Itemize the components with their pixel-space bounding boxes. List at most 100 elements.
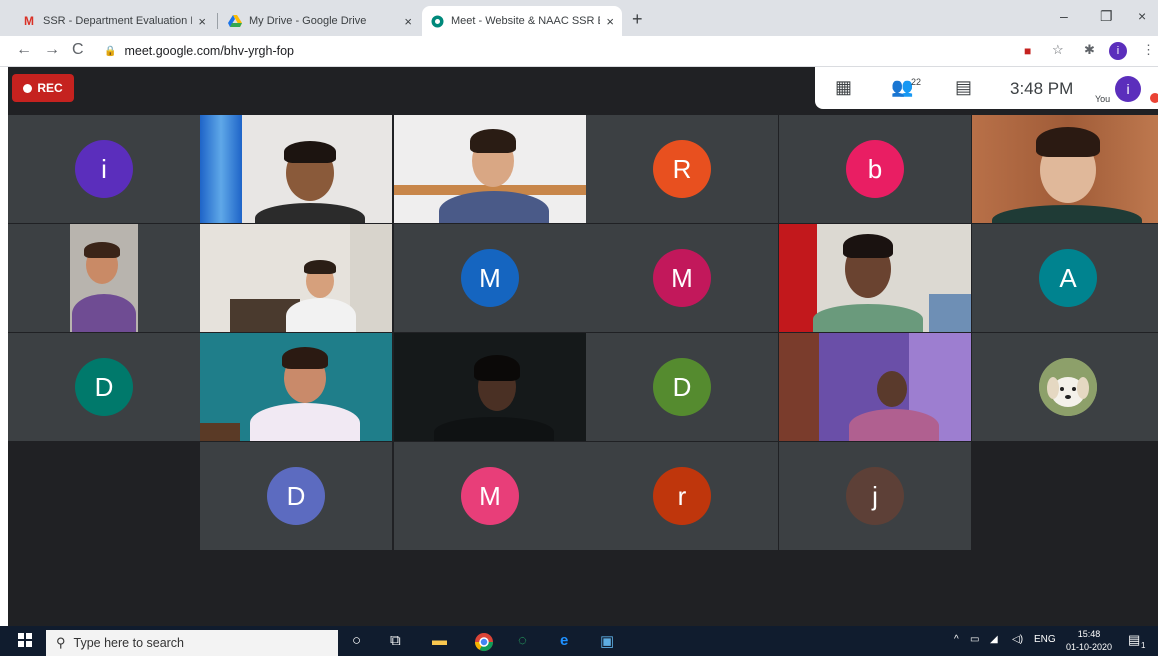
restore-button[interactable]: ❐ [1100,8,1113,25]
drive-icon [228,14,242,28]
participant-avatar: A [1039,249,1097,307]
windows-start-icon[interactable] [18,633,32,651]
participant-avatar: r [653,467,711,525]
participant-video-tile[interactable] [200,224,392,332]
extensions-puzzle-icon[interactable]: ✱ [1084,42,1095,58]
participant-video [779,224,971,332]
participant-video [8,224,200,332]
bookmark-star-icon[interactable]: ☆ [1052,42,1064,58]
chat-icon[interactable]: ▤ [955,77,972,98]
tab-gmail[interactable]: M SSR - Department Evaluation Rep × [14,6,214,36]
notification-count: 1 [1141,641,1146,650]
participant-video-tile[interactable] [972,115,1158,223]
participant-video [200,115,392,223]
participant-avatar: M [461,249,519,307]
recording-badge: REC [12,74,74,102]
close-icon[interactable]: × [198,14,206,29]
wifi-icon[interactable]: ◢ [990,634,998,645]
self-avatar[interactable]: i [1115,76,1141,102]
tab-meet[interactable]: Meet - Website & NAAC SSR Eva × [422,6,622,36]
tab-label: Meet - Website & NAAC SSR Eva [451,15,601,27]
profile-avatar[interactable]: i [1109,42,1127,60]
participant-avatar: D [75,358,133,416]
minimize-button[interactable]: – [1060,8,1068,24]
participants-count: 22 [911,77,922,87]
meeting-clock: 3:48 PM [1010,79,1074,98]
participant-video-tile[interactable] [200,333,392,441]
volume-icon[interactable]: ◁) [1012,634,1023,645]
close-icon[interactable]: × [606,14,614,29]
back-arrow-icon[interactable]: ← [16,41,32,59]
participant-tile[interactable]: b [779,115,971,223]
participant-video [200,333,392,441]
participant-avatar: i [75,140,133,198]
taskbar-search[interactable]: ⚲ Type here to search [46,630,338,656]
participant-tile[interactable]: i [8,115,200,223]
participant-tile[interactable] [972,333,1158,441]
chrome-icon[interactable] [474,632,494,656]
participant-avatar: M [461,467,519,525]
participant-tile[interactable]: M [394,224,586,332]
cortana-icon[interactable]: ○ [352,632,361,649]
participant-video-tile[interactable] [394,115,586,223]
action-center-icon[interactable]: ▤ [1128,632,1140,648]
gmail-icon: M [24,14,34,28]
participant-tile[interactable]: D [8,333,200,441]
reload-icon[interactable]: C [72,41,84,59]
clock-date: 01-10-2020 [1066,642,1113,652]
participant-tile[interactable]: r [586,442,778,550]
task-view-icon[interactable]: ⧉ [390,632,401,649]
url-text: meet.google.com/bhv-yrgh-fop [124,44,294,58]
edge-icon[interactable]: e [560,632,568,649]
participant-avatar: b [846,140,904,198]
participant-tile[interactable]: j [779,442,971,550]
participant-avatar: D [653,358,711,416]
participant-video [394,333,586,441]
participant-tile[interactable]: R [586,115,778,223]
participant-avatar: M [653,249,711,307]
participant-tile[interactable]: A [972,224,1158,332]
participant-video-tile[interactable] [394,333,586,441]
tab-label: My Drive - Google Drive [249,15,367,27]
refresh-app-icon[interactable]: ◌ [518,632,527,649]
taskbar-clock[interactable]: 15:48 01-10-2020 [1066,628,1112,654]
search-placeholder: Type here to search [73,636,185,650]
new-tab-button[interactable]: + [632,9,643,30]
store-icon[interactable]: ▣ [600,632,614,650]
forward-arrow-icon[interactable]: → [44,41,60,59]
search-icon: ⚲ [56,635,66,650]
clock-time: 15:48 [1077,629,1101,639]
participant-video-tile[interactable] [779,224,971,332]
participant-avatar: D [267,467,325,525]
notification-badge [1150,93,1158,103]
network-icon[interactable]: ▭ [970,634,979,645]
extension-icon[interactable]: ■ [1024,44,1031,58]
window-close-button[interactable]: × [1138,8,1146,24]
tray-chevron-icon[interactable]: ^ [954,634,959,645]
kebab-menu-icon[interactable]: ⋮ [1142,42,1155,58]
language-indicator[interactable]: ENG [1034,634,1056,645]
participant-video-tile[interactable] [779,333,971,441]
participant-tile[interactable]: D [586,333,778,441]
participant-video-tile[interactable] [8,224,200,332]
participant-video [779,333,971,441]
meet-top-bar: ▦ 👥 22 ▤ 3:48 PM You i [815,67,1158,109]
tab-divider [217,13,218,29]
close-icon[interactable]: × [404,14,412,29]
tab-google-drive[interactable]: My Drive - Google Drive × [220,6,420,36]
participant-tile[interactable]: M [394,442,586,550]
participant-tile[interactable]: D [200,442,392,550]
participant-tile[interactable]: M [586,224,778,332]
participant-video [972,115,1158,223]
participant-avatar: j [846,467,904,525]
address-bar[interactable]: 🔒 meet.google.com/bhv-yrgh-fop [104,39,1004,63]
participant-video-tile[interactable] [200,115,392,223]
layout-grid-icon[interactable]: ▦ [835,77,852,98]
lock-icon: 🔒 [104,45,117,57]
you-label: You [1095,94,1111,104]
file-explorer-icon[interactable]: ▬ [432,632,447,649]
navigation-bar: ← → C 🔒 meet.google.com/bhv-yrgh-fop ■ ☆… [0,36,1158,67]
rec-label: REC [37,81,63,95]
participant-video [394,115,586,223]
participant-video [200,224,392,332]
